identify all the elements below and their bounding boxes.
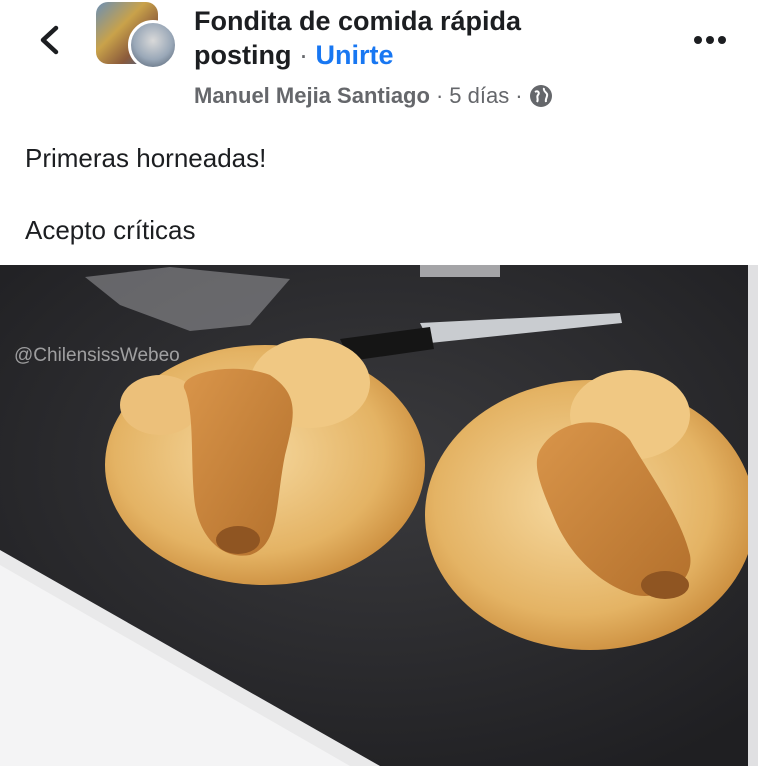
globe-icon [529, 85, 552, 107]
more-options-icon[interactable] [692, 30, 728, 50]
post-header: Fondita de comida rápida posting · Unirt… [0, 0, 758, 118]
separator-dot: · [299, 40, 316, 70]
post-message: Primeras horneadas! Acepto críticas [25, 140, 266, 248]
separator-dot: · [515, 83, 523, 108]
post-line: Primeras horneadas! [25, 143, 267, 173]
post-time[interactable]: 5 días [449, 82, 509, 110]
post-photo[interactable]: @ChilensissWebeo [0, 265, 758, 766]
user-avatar[interactable] [128, 20, 178, 70]
post-line: Acepto críticas [25, 215, 196, 245]
group-title[interactable]: Fondita de comida rápida posting · Unirt… [194, 4, 614, 72]
separator-dot: · [435, 83, 444, 108]
join-group-link[interactable]: Unirte [316, 40, 394, 70]
author-name[interactable]: Manuel Mejia Santiago [194, 82, 430, 110]
back-chevron-icon[interactable] [30, 20, 70, 60]
photo-image [0, 265, 758, 766]
photo-watermark: @ChilensissWebeo [14, 345, 180, 366]
post-meta: Manuel Mejia Santiago · 5 días · [194, 82, 553, 110]
